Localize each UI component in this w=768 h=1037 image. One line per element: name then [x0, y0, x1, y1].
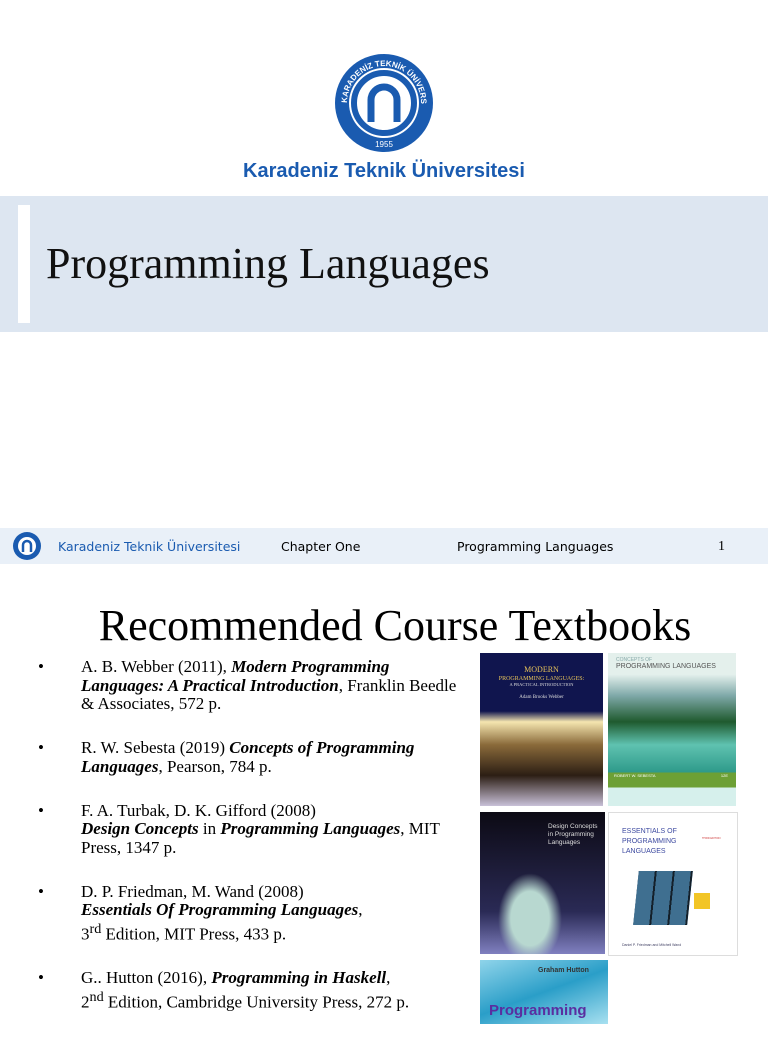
footer-university: Karadeniz Teknik Üniversitesi	[58, 539, 241, 554]
cover-friedman: ESSENTIALS OF PROGRAMMING LANGUAGES THIRD …	[608, 812, 738, 956]
cover-turbak: Design Concepts in Programming Languages	[480, 812, 605, 954]
list-item: G.. Hutton (2016), Programming in Haskel…	[38, 968, 458, 1012]
accent-bar	[18, 205, 30, 323]
textbook-list: A. B. Webber (2011), Modern Programming …	[38, 657, 458, 1037]
list-item: D. P. Friedman, M. Wand (2008)Essentials…	[38, 882, 458, 944]
footer-logo-icon	[13, 532, 41, 560]
cover-hutton: Graham Hutton Programming	[480, 960, 608, 1024]
university-logo: KARADENİZ TEKNİK ÜNİVERSİTESİ 1955	[333, 52, 433, 152]
section-heading: Recommended Course Textbooks	[98, 601, 692, 650]
list-item: R. W. Sebesta (2019) Concepts of Program…	[38, 738, 458, 776]
footer-chapter: Chapter One	[281, 539, 361, 554]
slide-footer: Karadeniz Teknik Üniversitesi Chapter On…	[0, 528, 768, 564]
svg-text:1955: 1955	[375, 140, 393, 149]
page-number: 1	[718, 539, 725, 554]
list-item: A. B. Webber (2011), Modern Programming …	[38, 657, 458, 714]
list-item: F. A. Turbak, D. K. Gifford (2008)Design…	[38, 801, 458, 858]
slide-title: Programming Languages	[46, 239, 490, 288]
cover-sebesta: CONCEPTS OF PROGRAMMING LANGUAGES ROBERT…	[608, 653, 736, 806]
university-name: Karadeniz Teknik Üniversitesi	[243, 160, 525, 182]
cover-webber: MODERN PROGRAMMING LANGUAGES: A PRACTICA…	[480, 653, 603, 806]
footer-course: Programming Languages	[457, 539, 614, 554]
